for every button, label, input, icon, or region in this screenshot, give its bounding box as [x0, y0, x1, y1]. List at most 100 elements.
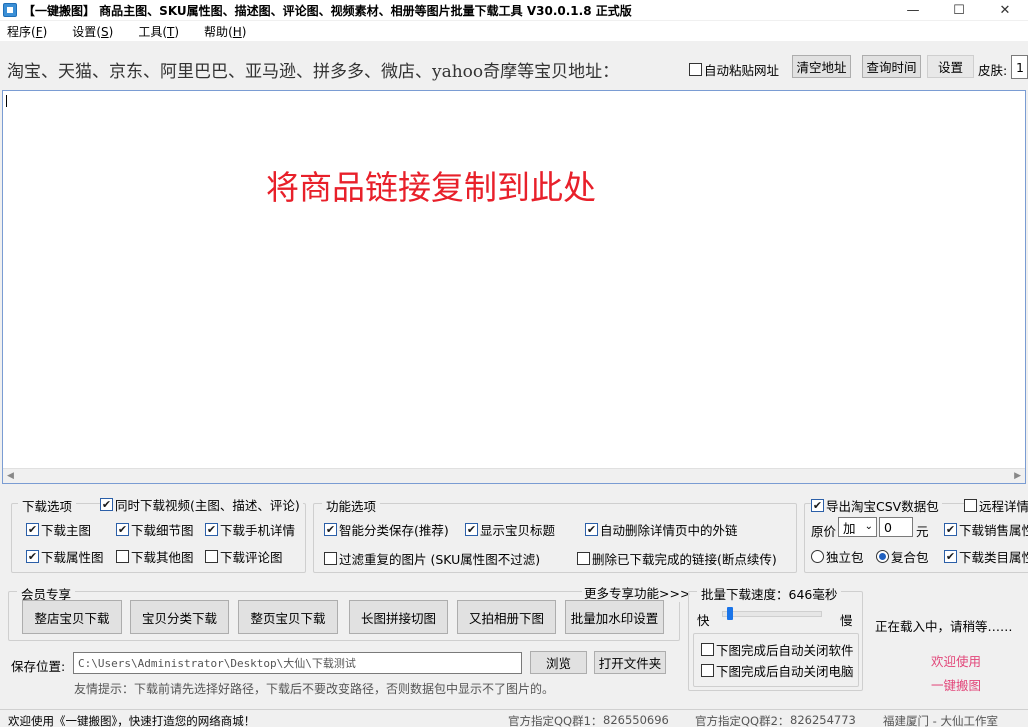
close-app-box[interactable] — [701, 643, 714, 656]
download-review-image-checkbox[interactable]: 下载评论图 — [205, 547, 283, 566]
feature-options-group: 功能选项 智能分类保存(推荐) 显示宝贝标题 自动删除详情页中的外链 过滤重复的… — [313, 496, 797, 573]
auto-paste-box[interactable] — [689, 63, 702, 76]
close-pc-box[interactable] — [701, 664, 714, 677]
download-detail-image-checkbox[interactable]: 下载细节图 — [116, 520, 194, 539]
download-sales-attr-label: 下载销售属性 — [959, 523, 1028, 538]
remote-detail-checkbox[interactable]: 远程详情 — [964, 496, 1028, 515]
pack-combined-radio-dot[interactable] — [876, 550, 889, 563]
url-row: 淘宝、天猫、京东、阿里巴巴、亚马逊、拼多多、微店、yahoo奇摩等宝贝地址： 自… — [0, 52, 1028, 82]
whole-page-download-button[interactable]: 整页宝贝下载 — [238, 600, 338, 634]
editor-placeholder: 将商品链接复制到此处 — [266, 168, 596, 207]
scroll-left-icon[interactable]: ◀ — [7, 471, 14, 481]
menu-bar: 程序(F) 设置(S) 工具(T) 帮助(H) — [0, 21, 1028, 41]
close-app-checkbox[interactable]: 下图完成后自动关闭软件 — [701, 640, 854, 659]
feature-options-title: 功能选项 — [322, 496, 381, 515]
download-category-attr-box[interactable] — [944, 550, 957, 563]
auto-paste-label: 自动粘贴网址 — [704, 63, 780, 78]
qq-group-2-number: 826254773 — [790, 713, 856, 727]
pack-single-radio[interactable]: 独立包 — [811, 547, 864, 566]
url-textarea[interactable]: 将商品链接复制到此处 ◀ ▶ — [2, 90, 1026, 484]
horizontal-scrollbar[interactable]: ◀ ▶ — [3, 468, 1025, 483]
clear-url-button[interactable]: 清空地址 — [792, 55, 851, 78]
maximize-button[interactable]: ☐ — [936, 0, 982, 20]
download-attr-image-label: 下载属性图 — [41, 550, 104, 565]
open-folder-button[interactable]: 打开文件夹 — [594, 651, 666, 674]
download-sales-attr-checkbox[interactable]: 下载销售属性 — [944, 520, 1028, 539]
download-review-image-label: 下载评论图 — [220, 550, 283, 565]
speed-fast-label: 快 — [697, 613, 710, 628]
save-hint: 友情提示：下载前请先选择好路径，下载后不要改变路径，否则数据包中显示不了图片的。 — [74, 682, 555, 696]
pack-combined-radio[interactable]: 复合包 — [876, 547, 929, 566]
speed-slider-track[interactable] — [722, 611, 822, 617]
welcome-text-2: 一键搬图 — [931, 678, 982, 693]
youpai-album-download-button[interactable]: 又拍相册下图 — [457, 600, 556, 634]
welcome-text-1: 欢迎使用 — [931, 654, 982, 669]
download-sales-attr-box[interactable] — [944, 523, 957, 536]
status-welcome: 欢迎使用《一键搬图》，快速打造您的网络商城！ — [8, 714, 256, 727]
remove-external-links-checkbox[interactable]: 自动删除详情页中的外链 — [585, 520, 738, 539]
pack-combined-label: 复合包 — [891, 550, 929, 565]
settings-button[interactable]: 设置 — [927, 55, 974, 78]
batch-watermark-button[interactable]: 批量加水印设置 — [565, 600, 664, 634]
delete-done-links-box[interactable] — [577, 552, 590, 565]
show-title-box[interactable] — [465, 523, 478, 536]
auto-paste-checkbox[interactable]: 自动粘贴网址 — [689, 60, 779, 79]
price-value-input[interactable]: 0 — [879, 517, 913, 537]
close-pc-label: 下图完成后自动关闭电脑 — [716, 664, 854, 679]
menu-settings[interactable]: 设置(S) — [65, 23, 119, 40]
remove-external-links-box[interactable] — [585, 523, 598, 536]
save-location-label: 保存位置: — [11, 659, 66, 674]
long-image-stitch-button[interactable]: 长图拼接切图 — [349, 600, 448, 634]
download-video-box[interactable] — [100, 498, 113, 511]
download-other-image-box[interactable] — [116, 550, 129, 563]
skin-select[interactable]: 1 — [1011, 55, 1028, 79]
download-mobile-detail-checkbox[interactable]: 下载手机详情 — [205, 520, 295, 539]
menu-help[interactable]: 帮助(H) — [197, 23, 252, 40]
menu-tools[interactable]: 工具(T) — [131, 23, 185, 40]
download-mobile-detail-box[interactable] — [205, 523, 218, 536]
smart-save-checkbox[interactable]: 智能分类保存(推荐) — [324, 520, 449, 539]
loading-text: 正在载入中，请稍等…… — [875, 619, 1013, 634]
download-video-checkbox[interactable]: 同时下载视频(主图、描述、评论) — [100, 495, 303, 514]
download-main-image-box[interactable] — [26, 523, 39, 536]
remote-detail-box[interactable] — [964, 499, 977, 512]
close-button[interactable]: ✕ — [982, 0, 1028, 20]
download-category-attr-checkbox[interactable]: 下载类目属性 — [944, 547, 1028, 566]
menu-program[interactable]: 程序(F) — [0, 23, 53, 40]
show-title-label: 显示宝贝标题 — [480, 523, 556, 538]
download-review-image-box[interactable] — [205, 550, 218, 563]
download-main-image-checkbox[interactable]: 下载主图 — [26, 520, 91, 539]
chevron-down-icon: ⌄ — [864, 521, 873, 532]
whole-shop-download-button[interactable]: 整店宝贝下载 — [22, 600, 122, 634]
download-attr-image-box[interactable] — [26, 550, 39, 563]
csv-options-group: 导出淘宝CSV数据包 远程详情 原价 加 ⌄ 0 元 下载销售属性 独立包 复合… — [804, 496, 1028, 573]
category-download-button[interactable]: 宝贝分类下载 — [130, 600, 229, 634]
speed-group: 批量下载速度：646毫秒 快 慢 下图完成后自动关闭软件 下图完成后自动关闭电脑 — [688, 584, 863, 691]
close-pc-checkbox[interactable]: 下图完成后自动关闭电脑 — [701, 661, 854, 680]
price-operation-select[interactable]: 加 ⌄ — [838, 517, 877, 537]
query-time-button[interactable]: 查询时间 — [862, 55, 921, 78]
text-caret — [6, 95, 7, 107]
minimize-button[interactable]: — — [890, 0, 936, 20]
price-unit: 元 — [916, 524, 929, 539]
speed-slider-thumb[interactable] — [727, 607, 733, 620]
scroll-right-icon[interactable]: ▶ — [1014, 471, 1021, 481]
window-controls: — ☐ ✕ — [890, 0, 1028, 20]
browse-button[interactable]: 浏览 — [530, 651, 587, 674]
download-attr-image-checkbox[interactable]: 下载属性图 — [26, 547, 104, 566]
export-csv-checkbox[interactable]: 导出淘宝CSV数据包 — [811, 496, 942, 515]
download-mobile-detail-label: 下载手机详情 — [220, 523, 296, 538]
price-label: 原价 — [811, 524, 837, 539]
smart-save-box[interactable] — [324, 523, 337, 536]
filter-duplicates-checkbox[interactable]: 过滤重复的图片 (SKU属性图不过滤) — [324, 549, 540, 568]
save-path-input[interactable]: C:\Users\Administrator\Desktop\大仙\下载测试 — [73, 652, 522, 674]
filter-duplicates-box[interactable] — [324, 552, 337, 565]
qq-group-1-number: 826550696 — [603, 713, 669, 727]
pack-single-radio-dot[interactable] — [811, 550, 824, 563]
show-title-checkbox[interactable]: 显示宝贝标题 — [465, 520, 555, 539]
download-detail-image-box[interactable] — [116, 523, 129, 536]
speed-title: 批量下载速度：646毫秒 — [697, 584, 842, 603]
download-other-image-checkbox[interactable]: 下载其他图 — [116, 547, 194, 566]
export-csv-box[interactable] — [811, 499, 824, 512]
delete-done-links-checkbox[interactable]: 删除已下载完成的链接(断点续传) — [577, 549, 777, 568]
